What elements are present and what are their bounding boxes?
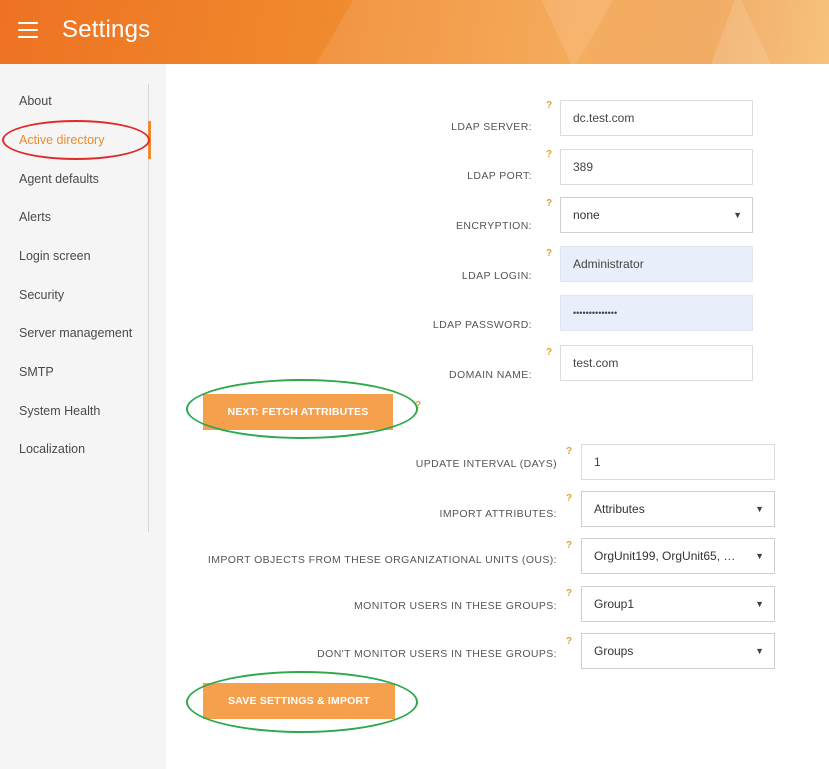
highlight-circle-red: [2, 120, 150, 160]
dont-monitor-groups-select[interactable]: Groups ▼: [581, 633, 775, 669]
ldap-server-help-icon[interactable]: ?: [546, 100, 552, 111]
sidebar-item-security[interactable]: Security: [19, 288, 64, 302]
update-interval-label: UPDATE INTERVAL (DAYS): [415, 458, 557, 470]
import-ous-value: OrgUnit199, OrgUnit65, Or...: [594, 549, 744, 563]
ldap-login-label: LDAP LOGIN:: [461, 270, 532, 282]
ldap-login-help-icon[interactable]: ?: [546, 248, 552, 259]
encryption-select[interactable]: none ▼: [560, 197, 753, 233]
domain-name-input[interactable]: test.com: [560, 345, 753, 381]
page-title: Settings: [62, 16, 151, 43]
ldap-password-input[interactable]: ••••••••••••••: [560, 295, 753, 331]
highlight-circle-green: [186, 671, 418, 733]
ldap-port-label: LDAP PORT:: [467, 170, 532, 182]
encryption-value: none: [573, 208, 600, 222]
monitor-groups-value: Group1: [594, 597, 635, 611]
update-interval-help-icon[interactable]: ?: [566, 446, 572, 457]
sidebar-item-localization[interactable]: Localization: [19, 442, 85, 456]
ldap-port-help-icon[interactable]: ?: [546, 149, 552, 160]
sidebar-item-server-management[interactable]: Server management: [19, 326, 132, 340]
caret-down-icon: ▼: [755, 646, 764, 656]
caret-down-icon: ▼: [733, 210, 742, 220]
sidebar-item-system-health[interactable]: System Health: [19, 404, 100, 418]
hamburger-menu-icon[interactable]: [18, 22, 38, 40]
import-ous-select[interactable]: OrgUnit199, OrgUnit65, Or... ▼: [581, 538, 775, 574]
sidebar-item-login-screen[interactable]: Login screen: [19, 249, 91, 263]
ldap-server-label: LDAP SERVER:: [451, 121, 532, 133]
update-interval-input[interactable]: 1: [581, 444, 775, 480]
sidebar-item-about[interactable]: About: [19, 94, 52, 108]
sidebar-item-smtp[interactable]: SMTP: [19, 365, 54, 379]
import-attributes-help-icon[interactable]: ?: [566, 493, 572, 504]
highlight-circle-green: [186, 379, 418, 439]
sidebar: About Active directory Agent defaults Al…: [0, 64, 166, 769]
ldap-password-label: LDAP PASSWORD:: [432, 319, 532, 331]
monitor-groups-select[interactable]: Group1 ▼: [581, 586, 775, 622]
caret-down-icon: ▼: [755, 599, 764, 609]
ldap-login-input[interactable]: Administrator: [560, 246, 753, 282]
domain-name-label: DOMAIN NAME:: [449, 369, 532, 381]
caret-down-icon: ▼: [755, 504, 764, 514]
ldap-server-input[interactable]: dc.test.com: [560, 100, 753, 136]
monitor-groups-label: MONITOR USERS IN THESE GROUPS:: [354, 600, 557, 612]
dont-monitor-groups-value: Groups: [594, 644, 634, 658]
import-ous-label: IMPORT OBJECTS FROM THESE ORGANIZATIONAL…: [207, 554, 557, 566]
import-attributes-label: IMPORT ATTRIBUTES:: [439, 508, 557, 520]
dont-monitor-groups-help-icon[interactable]: ?: [566, 636, 572, 647]
import-attributes-select[interactable]: Attributes ▼: [581, 491, 775, 527]
sidebar-item-alerts[interactable]: Alerts: [19, 210, 51, 224]
import-attributes-value: Attributes: [594, 502, 645, 516]
encryption-label: ENCRYPTION:: [456, 220, 532, 232]
encryption-help-icon[interactable]: ?: [546, 198, 552, 209]
ldap-port-input[interactable]: 389: [560, 149, 753, 185]
domain-name-help-icon[interactable]: ?: [546, 347, 552, 358]
import-ous-help-icon[interactable]: ?: [566, 540, 572, 551]
app-header: Settings: [0, 0, 829, 64]
sidebar-item-agent-defaults[interactable]: Agent defaults: [19, 172, 99, 186]
caret-down-icon: ▼: [755, 551, 764, 561]
monitor-groups-help-icon[interactable]: ?: [566, 588, 572, 599]
dont-monitor-groups-label: DON'T MONITOR USERS IN THESE GROUPS:: [317, 648, 557, 660]
